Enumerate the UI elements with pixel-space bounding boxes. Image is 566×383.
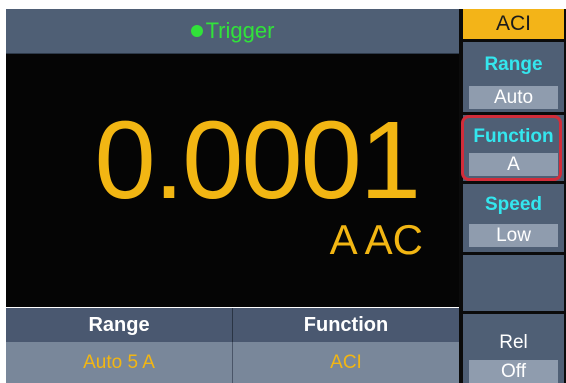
speed-softkey[interactable]: Speed Low xyxy=(463,184,564,252)
range-softkey-label: Range xyxy=(484,54,543,75)
measurement-unit: A AC xyxy=(329,216,423,263)
speed-softkey-value: Low xyxy=(469,224,558,247)
status-header: Trigger xyxy=(6,9,459,54)
function-value: ACI xyxy=(232,342,459,383)
speed-softkey-label: Speed xyxy=(484,194,543,215)
measurement-display: 0.0001 A AC xyxy=(6,54,459,307)
range-value: Auto 5 A xyxy=(83,351,155,373)
function-softkey-highlight xyxy=(461,115,562,181)
rel-softkey-label: Rel xyxy=(499,332,528,353)
empty-softkey[interactable] xyxy=(463,255,564,311)
bottom-info-values: Auto 5 A ACI xyxy=(6,342,459,383)
range-softkey-value: Auto xyxy=(469,86,558,109)
bottom-info-headers: Range Function xyxy=(6,308,459,342)
trigger-status-label: Trigger xyxy=(205,18,275,43)
rel-softkey[interactable]: Rel Off xyxy=(463,314,564,383)
softkey-menu: ACI Range Auto Function A Speed Low Rel … xyxy=(459,9,566,383)
main-screen: Trigger 0.0001 A AC Range Function Auto … xyxy=(0,9,459,383)
rel-softkey-value: Off xyxy=(469,360,558,383)
range-softkey[interactable]: Range Auto xyxy=(463,42,564,112)
trigger-status-icon xyxy=(190,25,203,37)
range-header: Range xyxy=(88,313,150,336)
function-header: Function xyxy=(232,308,459,342)
measurement-reading: 0.0001 xyxy=(94,99,421,222)
menu-title: ACI xyxy=(463,9,564,39)
